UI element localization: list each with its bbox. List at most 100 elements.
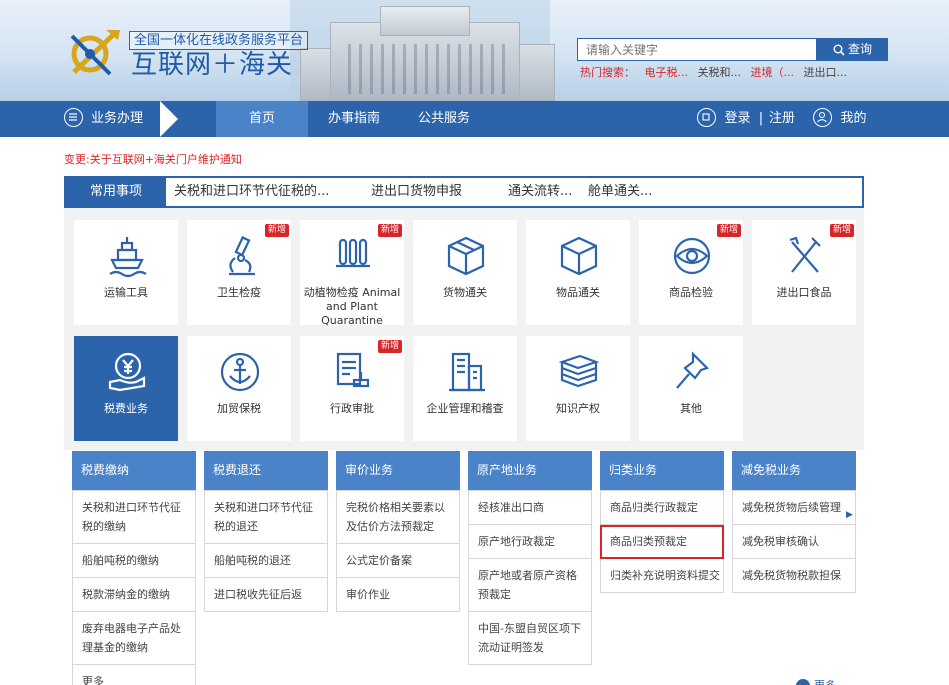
column-header[interactable]: 减免税业务: [732, 451, 856, 490]
column-origin: 原产地业务 经核准出口商 原产地行政裁定 原产地或者原产资格预裁定 中国-东盟自…: [468, 451, 592, 665]
search-input[interactable]: [577, 38, 817, 61]
list-item[interactable]: 关税和进口环节代征税的缴纳: [72, 491, 196, 544]
tile-animal-plant-quarantine[interactable]: 新增 动植物检疫 Animal and Plant Quarantine: [300, 220, 404, 327]
column-header[interactable]: 审价业务: [336, 451, 460, 490]
hot-search-item[interactable]: 进境（...: [751, 66, 795, 79]
list-item[interactable]: 经核准出口商: [468, 491, 592, 525]
package-icon: [447, 236, 485, 276]
column-header[interactable]: 原产地业务: [468, 451, 592, 490]
list-item[interactable]: 中国-东盟自贸区项下流动证明签发: [468, 612, 592, 665]
tile-import-export-food[interactable]: 新增 进出口食品: [752, 220, 856, 325]
list-item[interactable]: 公式定价备案: [336, 544, 460, 578]
eye-icon: [673, 237, 711, 275]
books-icon: [558, 354, 600, 388]
tab-item[interactable]: 关税和进口环节代征税的...: [174, 178, 329, 206]
list-item[interactable]: 关税和进口环节代征税的退还: [204, 491, 328, 544]
list-item-selected[interactable]: 商品归类预裁定: [600, 525, 724, 559]
list-item[interactable]: 税款滞纳金的缴纳: [72, 578, 196, 612]
column-header[interactable]: 归类业务: [600, 451, 724, 490]
tile-tax-business[interactable]: 税费业务: [74, 336, 178, 441]
list-item[interactable]: 进口税收先征后返: [204, 578, 328, 612]
yen-hand-icon: [108, 352, 146, 392]
column-tax-refund: 税费退还 关税和进口环节代征税的退还 船舶吨税的退还 进口税收先征后返: [204, 451, 328, 612]
column-tax-exemption: 减免税业务 减免税货物后续管理 减免税审核确认 减免税货物税款担保: [732, 451, 856, 593]
nav-guide[interactable]: 办事指南: [318, 101, 390, 137]
tile-transport[interactable]: 运输工具: [74, 220, 178, 325]
new-badge: 新增: [829, 224, 854, 237]
list-item[interactable]: 原产地行政裁定: [468, 525, 592, 559]
more-label: 更多: [814, 679, 836, 685]
tile-article-clearance[interactable]: 物品通关: [526, 220, 630, 325]
tile-goods-clearance[interactable]: 货物通关: [413, 220, 517, 325]
tab-item[interactable]: 舱单通关...: [588, 178, 652, 206]
more-item[interactable]: 更多: [72, 665, 196, 685]
list-item[interactable]: 减免税货物税款担保: [732, 559, 856, 593]
hot-search-row: 热门搜索： 电子税... 关税和... 进境（... 进出口...: [580, 64, 853, 80]
ship-icon: [109, 237, 147, 278]
hot-search-item[interactable]: 进出口...: [804, 66, 848, 79]
maintenance-notice[interactable]: 变更:关于互联网+海关门户维护通知: [64, 151, 242, 167]
tile-administrative-approval[interactable]: 新增 行政审批: [300, 336, 404, 441]
new-badge: 新增: [377, 340, 402, 353]
column-list: 关税和进口环节代征税的退还 船舶吨税的退还 进口税收先征后返: [204, 490, 328, 612]
list-item[interactable]: 减免税货物后续管理: [732, 491, 856, 525]
column-list: 经核准出口商 原产地行政裁定 原产地或者原产资格预裁定 中国-东盟自贸区项下流动…: [468, 490, 592, 665]
search-button[interactable]: 查询: [817, 38, 888, 61]
tile-label: 企业管理和稽查: [426, 402, 504, 415]
tile-intellectual-property[interactable]: 知识产权: [526, 336, 630, 441]
more-dot-icon: [796, 679, 810, 685]
tile-enterprise-management[interactable]: 企业管理和稽查: [413, 336, 517, 441]
list-item[interactable]: 商品归类行政裁定: [600, 491, 724, 525]
search-icon: [833, 44, 845, 56]
user-icon: [813, 108, 833, 127]
register-link[interactable]: 注册: [768, 101, 796, 137]
nav-home[interactable]: 首页: [216, 101, 308, 137]
list-item[interactable]: 废弃电器电子产品处理基金的缴纳: [72, 612, 196, 665]
chevron-right-icon[interactable]: ▶: [846, 510, 853, 520]
banner-building: [380, 6, 470, 36]
site-title[interactable]: 互联网＋海关: [131, 50, 293, 80]
microscope-icon: [229, 236, 255, 276]
list-item[interactable]: 船舶吨税的退还: [204, 544, 328, 578]
column-header[interactable]: 税费退还: [204, 451, 328, 490]
cube-icon: [560, 236, 598, 276]
tile-other[interactable]: 其他: [639, 336, 743, 441]
column-list: 完税价格相关要素以及估价方法预裁定 公式定价备案 审价作业: [336, 490, 460, 612]
banner-windows: [340, 44, 510, 94]
nav-public-service[interactable]: 公共服务: [408, 101, 480, 137]
customs-emblem-icon: [70, 30, 120, 76]
tile-label: 卫生检疫: [217, 286, 261, 299]
tile-processing-bonded[interactable]: 加贸保税: [187, 336, 291, 441]
list-item[interactable]: 完税价格相关要素以及估价方法预裁定: [336, 491, 460, 544]
fork-knife-icon: [789, 236, 821, 273]
list-item[interactable]: 减免税审核确认: [732, 525, 856, 559]
menu-icon: [64, 108, 83, 127]
hot-search-item[interactable]: 电子税...: [645, 66, 689, 79]
column-list: 关税和进口环节代征税的缴纳 船舶吨税的缴纳 税款滞纳金的缴纳 废弃电器电子产品处…: [72, 490, 196, 685]
tab-common-items[interactable]: 常用事项: [66, 178, 166, 206]
column-header[interactable]: 税费缴纳: [72, 451, 196, 490]
more-link[interactable]: 更多: [796, 677, 836, 685]
tile-health-quarantine[interactable]: 新增 卫生检疫: [187, 220, 291, 325]
hot-search-item[interactable]: 关税和...: [698, 66, 742, 79]
tile-commodity-inspection[interactable]: 新增 商品检验: [639, 220, 743, 325]
nav-business-menu[interactable]: 业务办理: [64, 101, 164, 137]
list-item[interactable]: 原产地或者原产资格预裁定: [468, 559, 592, 612]
pin-icon: [676, 351, 710, 389]
list-item[interactable]: 归类补充说明资料提交: [600, 559, 724, 593]
tile-label: 加贸保税: [217, 402, 261, 415]
hot-search-label: 热门搜索：: [580, 66, 635, 79]
login-icon: [697, 108, 717, 127]
column-valuation: 审价业务 完税价格相关要素以及估价方法预裁定 公式定价备案 审价作业: [336, 451, 460, 612]
list-item[interactable]: 船舶吨税的缴纳: [72, 544, 196, 578]
tab-item[interactable]: 通关流转...: [508, 178, 572, 206]
my-account-link[interactable]: 我的: [810, 101, 870, 137]
test-tubes-icon: [336, 238, 370, 268]
anchor-icon: [220, 352, 260, 392]
nav-separator: |: [758, 111, 764, 126]
tile-label: 动植物检疫 Animal and Plant Quarantine: [303, 286, 401, 327]
list-item[interactable]: 审价作业: [336, 578, 460, 612]
new-badge: 新增: [264, 224, 289, 237]
tab-item[interactable]: 进出口货物申报: [371, 178, 462, 206]
login-link[interactable]: 登录: [694, 101, 754, 137]
